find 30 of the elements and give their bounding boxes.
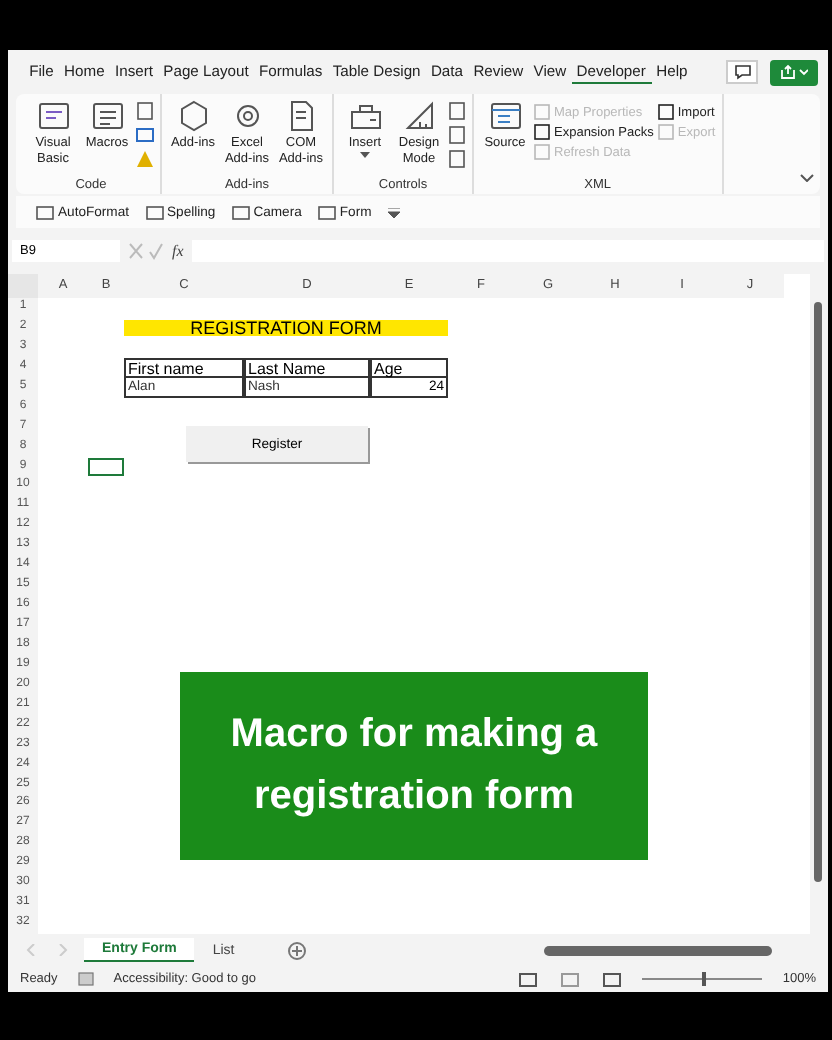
view-buttons-icon[interactable] — [518, 971, 623, 987]
comments-button[interactable] — [726, 60, 758, 84]
share-icon — [780, 64, 808, 80]
collapse-ribbon-icon[interactable] — [800, 174, 814, 182]
caret-icon — [360, 151, 370, 157]
panel-icon — [487, 98, 523, 134]
small-window-icon — [36, 203, 54, 221]
zoom-thumb[interactable] — [702, 972, 707, 986]
cell-cursor — [88, 457, 124, 477]
cancel-enter-icon — [128, 241, 164, 259]
macro-record-icon[interactable] — [77, 972, 94, 986]
table-icon[interactable] — [136, 126, 154, 144]
caption-banner: Macro for making a registration form — [180, 672, 648, 860]
customize-dropdown-icon[interactable] — [387, 207, 400, 217]
speech-bubble-icon — [733, 64, 751, 80]
small-window-icon — [317, 203, 336, 221]
code-window-icon — [35, 98, 71, 134]
add-sheet-icon[interactable] — [288, 941, 307, 959]
triangle-ruler-icon — [401, 98, 437, 134]
table-header-cell: First name — [124, 357, 244, 378]
list-window-icon — [89, 98, 125, 134]
small-window-icon — [231, 203, 250, 221]
insert-function-button[interactable]: fx — [172, 241, 184, 259]
table-header-cell: Age — [370, 357, 448, 378]
share-button[interactable] — [770, 59, 818, 85]
small-window-icon[interactable] — [136, 102, 154, 120]
hexagon-icon — [175, 98, 211, 134]
form-title: REGISTRATION FORM — [124, 319, 448, 336]
table-header-cell: Last Name — [244, 357, 370, 378]
small-window-icon — [145, 203, 164, 221]
